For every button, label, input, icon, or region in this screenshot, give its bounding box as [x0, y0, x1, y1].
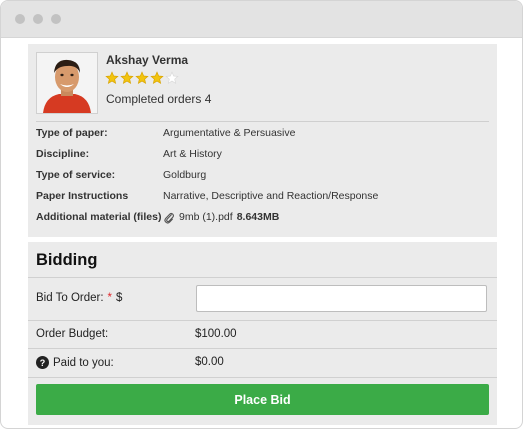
order-details-panel: Akshay Verma Completed orders 4 Type of … [28, 44, 497, 237]
attachment-file-name[interactable]: 9mb (1).pdf [179, 211, 233, 223]
star-filled-icon [105, 71, 119, 84]
divider [28, 348, 497, 349]
avatar[interactable] [36, 52, 98, 114]
bid-label: Bid To Order: * $ [36, 292, 122, 304]
detail-value: Goldburg [163, 169, 207, 181]
detail-value: Narrative, Descriptive and Reaction/Resp… [163, 190, 379, 202]
currency-symbol: $ [116, 292, 123, 304]
bid-amount-input[interactable] [196, 285, 487, 312]
divider [36, 121, 489, 122]
place-bid-button[interactable]: Place Bid [36, 384, 489, 415]
detail-label: Type of paper: [36, 127, 108, 139]
paperclip-icon [164, 212, 175, 224]
bidding-panel: Bidding Bid To Order: * $ Order Budget: $… [28, 242, 497, 425]
paid-value: $0.00 [195, 356, 224, 368]
star-filled-icon [150, 71, 164, 84]
question-icon[interactable]: ? [36, 356, 49, 369]
bid-label-text: Bid To Order: [36, 292, 104, 304]
divider [28, 320, 497, 321]
budget-value: $100.00 [195, 328, 237, 340]
detail-label: Type of service: [36, 169, 116, 181]
detail-label: Paper Instructions [36, 190, 129, 202]
divider [28, 277, 497, 278]
detail-value: Argumentative & Persuasive [163, 127, 296, 139]
attachment-file-size: 8.643MB [236, 211, 280, 223]
star-filled-icon [120, 71, 134, 84]
writer-name: Akshay Verma [106, 53, 189, 67]
star-empty-icon [165, 71, 179, 84]
attachment-file[interactable]: 9mb (1).pdf 8.643MB [163, 211, 279, 224]
detail-value: Art & History [163, 148, 222, 160]
window-titlebar [1, 1, 522, 38]
bidding-title: Bidding [36, 251, 98, 269]
paid-label: ? Paid to you: [36, 356, 114, 369]
detail-label: Discipline: [36, 148, 90, 160]
paid-label-text: Paid to you: [53, 356, 114, 369]
rating-stars [105, 71, 179, 85]
star-filled-icon [135, 71, 149, 84]
browser-window: Akshay Verma Completed orders 4 Type of … [0, 0, 523, 429]
completed-orders: Completed orders 4 [106, 92, 212, 106]
budget-label: Order Budget: [36, 328, 109, 340]
attachment-label: Additional material (files) [36, 211, 162, 223]
window-dot-close[interactable] [15, 14, 25, 24]
window-dot-minimize[interactable] [33, 14, 43, 24]
required-mark: * [107, 292, 113, 304]
window-dot-maximize[interactable] [51, 14, 61, 24]
divider [28, 377, 497, 378]
